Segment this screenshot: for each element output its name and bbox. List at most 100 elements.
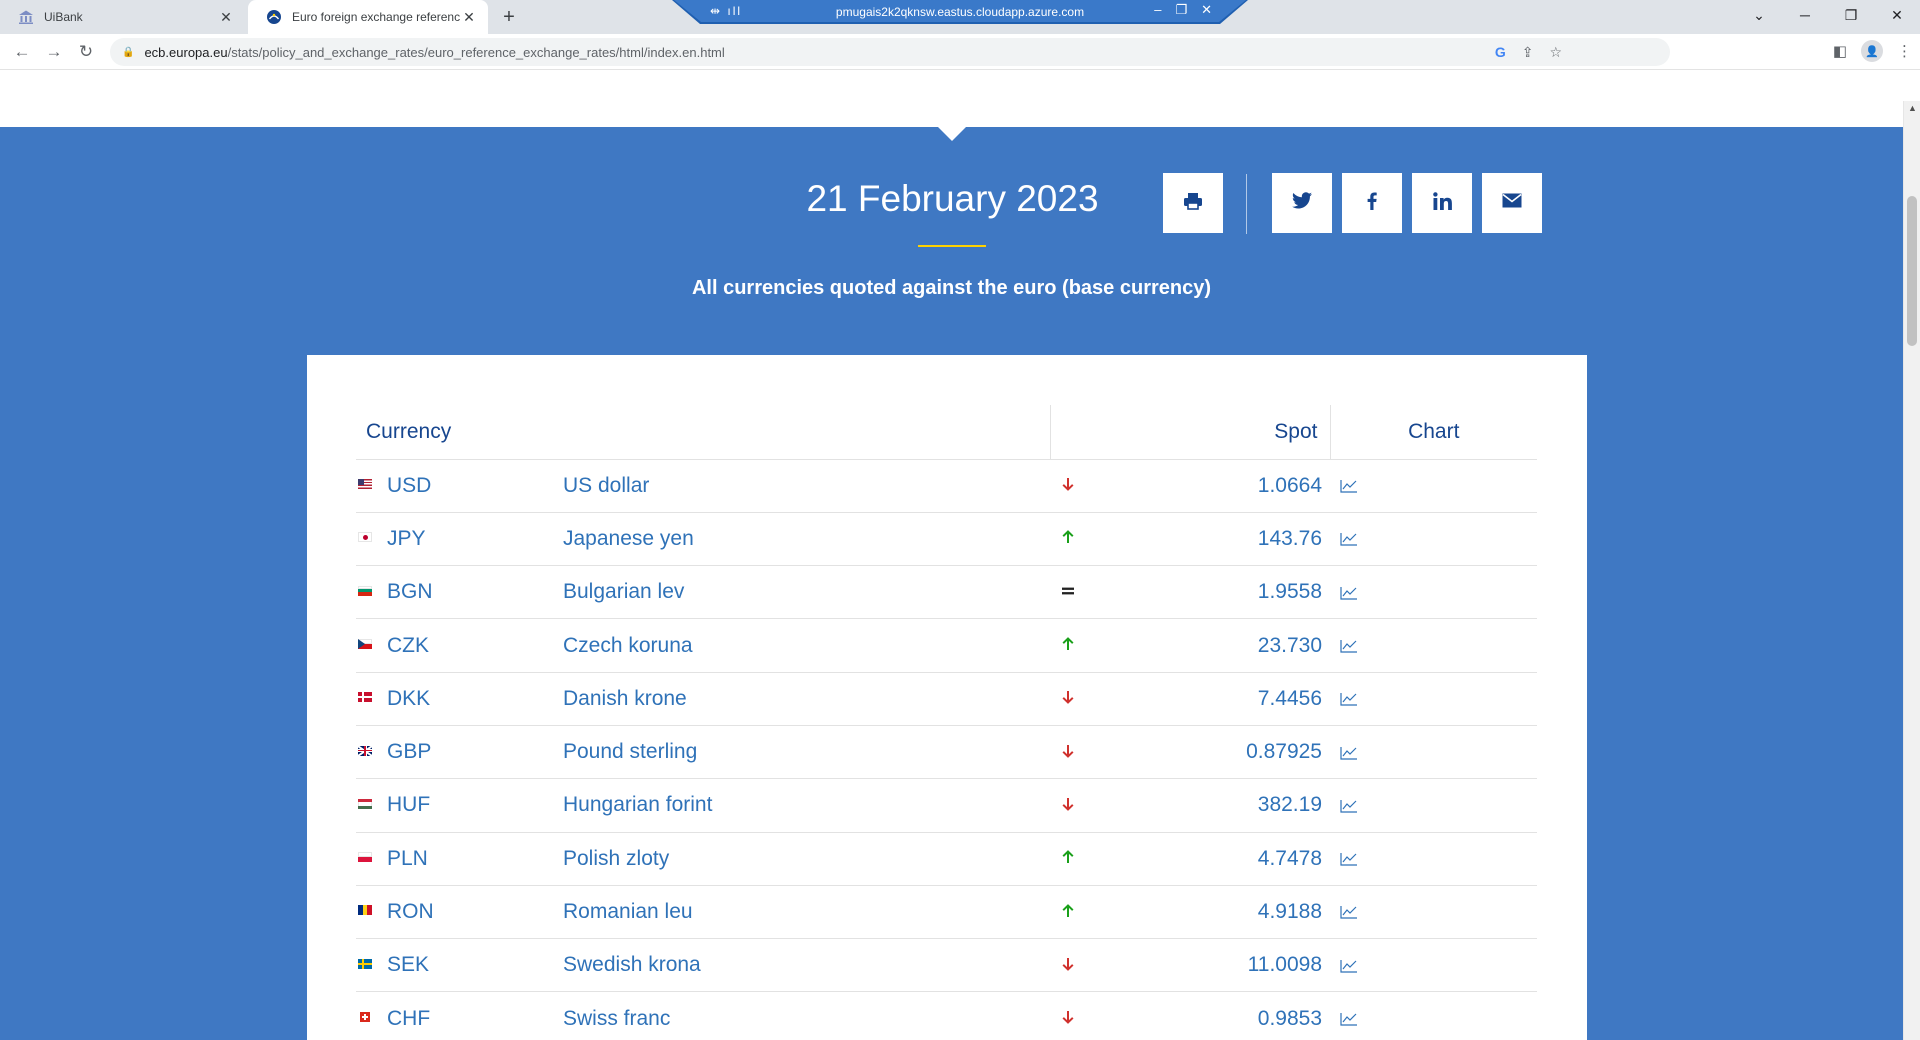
new-tab-button[interactable]: + [496,4,522,30]
table-header-row: Currency Spot Chart [356,405,1537,460]
currency-name[interactable]: Czech koruna [563,634,693,657]
currency-code[interactable]: CHF [387,1007,430,1030]
currency-name-cell: Swedish krona [563,938,1050,993]
reference-date: 21 February 2023 [806,178,1099,219]
tab-search-icon[interactable]: ⌄ [1736,0,1782,30]
dk-flag-icon [358,692,372,703]
tab-title: Euro foreign exchange reference [292,10,460,24]
currency-name[interactable]: Romanian leu [563,900,693,923]
currency-name-cell: Japanese yen [563,512,1050,567]
print-icon [1183,192,1203,215]
gb-flag-icon [358,745,372,756]
google-icon[interactable]: G [1495,44,1506,60]
share-icon[interactable]: ⇪ [1522,44,1534,61]
currency-name-cell: US dollar [563,459,1050,513]
line-chart-icon[interactable] [1340,1007,1358,1030]
address-bar[interactable]: 🔒 ecb.europa.eu/stats/policy_and_exchang… [110,38,1670,66]
line-chart-icon[interactable] [1340,474,1358,497]
trend-cell [1050,565,1170,620]
currency-code-cell: CZK [356,618,563,673]
tab-ecb-rates[interactable]: Euro foreign exchange reference ✕ [248,0,488,34]
side-panel-icon[interactable]: ◧ [1833,42,1847,60]
twitter-share-button[interactable] [1272,173,1332,233]
back-arrow-icon[interactable]: ← [10,40,34,64]
currency-name-cell: Polish zloty [563,832,1050,886]
ecb-icon [266,9,282,25]
reload-icon[interactable]: ↻ [74,40,98,64]
currency-name[interactable]: Pound sterling [563,740,697,763]
print-button[interactable] [1163,173,1223,233]
currency-code-cell: SEK [356,938,563,993]
currency-code[interactable]: HUF [387,793,430,816]
chart-cell [1330,991,1537,1040]
currency-code[interactable]: JPY [387,527,426,550]
trend-up-icon [1061,902,1075,922]
currency-name[interactable]: Swiss franc [563,1007,670,1030]
currency-code-cell: JPY [356,512,563,567]
chart-cell [1330,778,1537,833]
trend-cell [1050,459,1170,513]
chart-cell [1330,725,1537,780]
line-chart-icon[interactable] [1340,793,1358,816]
bookmark-star-icon[interactable]: ☆ [1549,44,1562,61]
forward-arrow-icon[interactable]: → [42,40,66,64]
currency-name[interactable]: Japanese yen [563,527,694,550]
lock-icon[interactable]: 🔒 [122,47,134,58]
currency-name[interactable]: Polish zloty [563,847,669,870]
line-chart-icon[interactable] [1340,634,1358,657]
currency-code[interactable]: RON [387,900,434,923]
table-row: CZK Czech koruna 23.730 [356,618,1537,673]
close-tab-icon[interactable]: ✕ [217,9,235,26]
currency-code[interactable]: PLN [387,847,428,870]
restore-icon[interactable]: ❐ [1175,2,1187,18]
spot-rate: 0.87925 [1170,725,1330,780]
rates-table-body: USD US dollar 1.0664 JPY Japanese yen 143.76 B… [356,459,1537,1040]
spot-rate: 23.730 [1170,618,1330,673]
minimize-icon[interactable]: – [1154,2,1161,18]
currency-code[interactable]: DKK [387,687,430,710]
currency-name[interactable]: US dollar [563,474,649,497]
table-row: JPY Japanese yen 143.76 [356,512,1537,567]
page-scrollbar[interactable]: ▲ [1903,101,1920,1040]
scroll-up-arrow-icon[interactable]: ▲ [1908,103,1917,113]
line-chart-icon[interactable] [1340,687,1358,710]
window-restore-icon[interactable]: ❐ [1828,0,1874,30]
currency-name-cell: Hungarian forint [563,778,1050,833]
scrollbar-thumb[interactable] [1907,196,1917,346]
currency-name[interactable]: Swedish krona [563,953,701,976]
close-tab-icon[interactable]: ✕ [460,9,478,26]
email-share-button[interactable] [1482,173,1542,233]
linkedin-share-button[interactable] [1412,173,1472,233]
trend-cell [1050,938,1170,993]
currency-code[interactable]: GBP [387,740,431,763]
currency-code[interactable]: CZK [387,634,429,657]
table-row: DKK Danish krone 7.4456 [356,672,1537,726]
bg-flag-icon [358,585,372,596]
line-chart-icon[interactable] [1340,900,1358,923]
chart-cell [1330,565,1537,620]
trend-cell [1050,991,1170,1040]
line-chart-icon[interactable] [1340,953,1358,976]
currency-code[interactable]: BGN [387,580,433,603]
line-chart-icon[interactable] [1340,580,1358,603]
line-chart-icon[interactable] [1340,740,1358,763]
tab-uibank[interactable]: UiBank ✕ [0,0,245,34]
line-chart-icon[interactable] [1340,527,1358,550]
table-row: CHF Swiss franc 0.9853 [356,991,1537,1040]
currency-code[interactable]: USD [387,474,431,497]
currency-name[interactable]: Danish krone [563,687,687,710]
trend-down-icon [1061,475,1075,495]
kebab-menu-icon[interactable]: ⋮ [1897,42,1912,60]
currency-name[interactable]: Hungarian forint [563,793,712,816]
window-minimize-icon[interactable]: ─ [1782,0,1828,30]
currency-code[interactable]: SEK [387,953,429,976]
trend-cell [1050,885,1170,940]
facebook-share-button[interactable] [1342,173,1402,233]
currency-name[interactable]: Bulgarian lev [563,580,684,603]
line-chart-icon[interactable] [1340,847,1358,870]
window-close-icon[interactable]: ✕ [1874,0,1920,30]
profile-avatar[interactable]: 👤 [1861,40,1883,62]
currency-code-cell: PLN [356,832,563,886]
spot-rate: 1.9558 [1170,565,1330,620]
close-icon[interactable]: ✕ [1201,2,1212,18]
